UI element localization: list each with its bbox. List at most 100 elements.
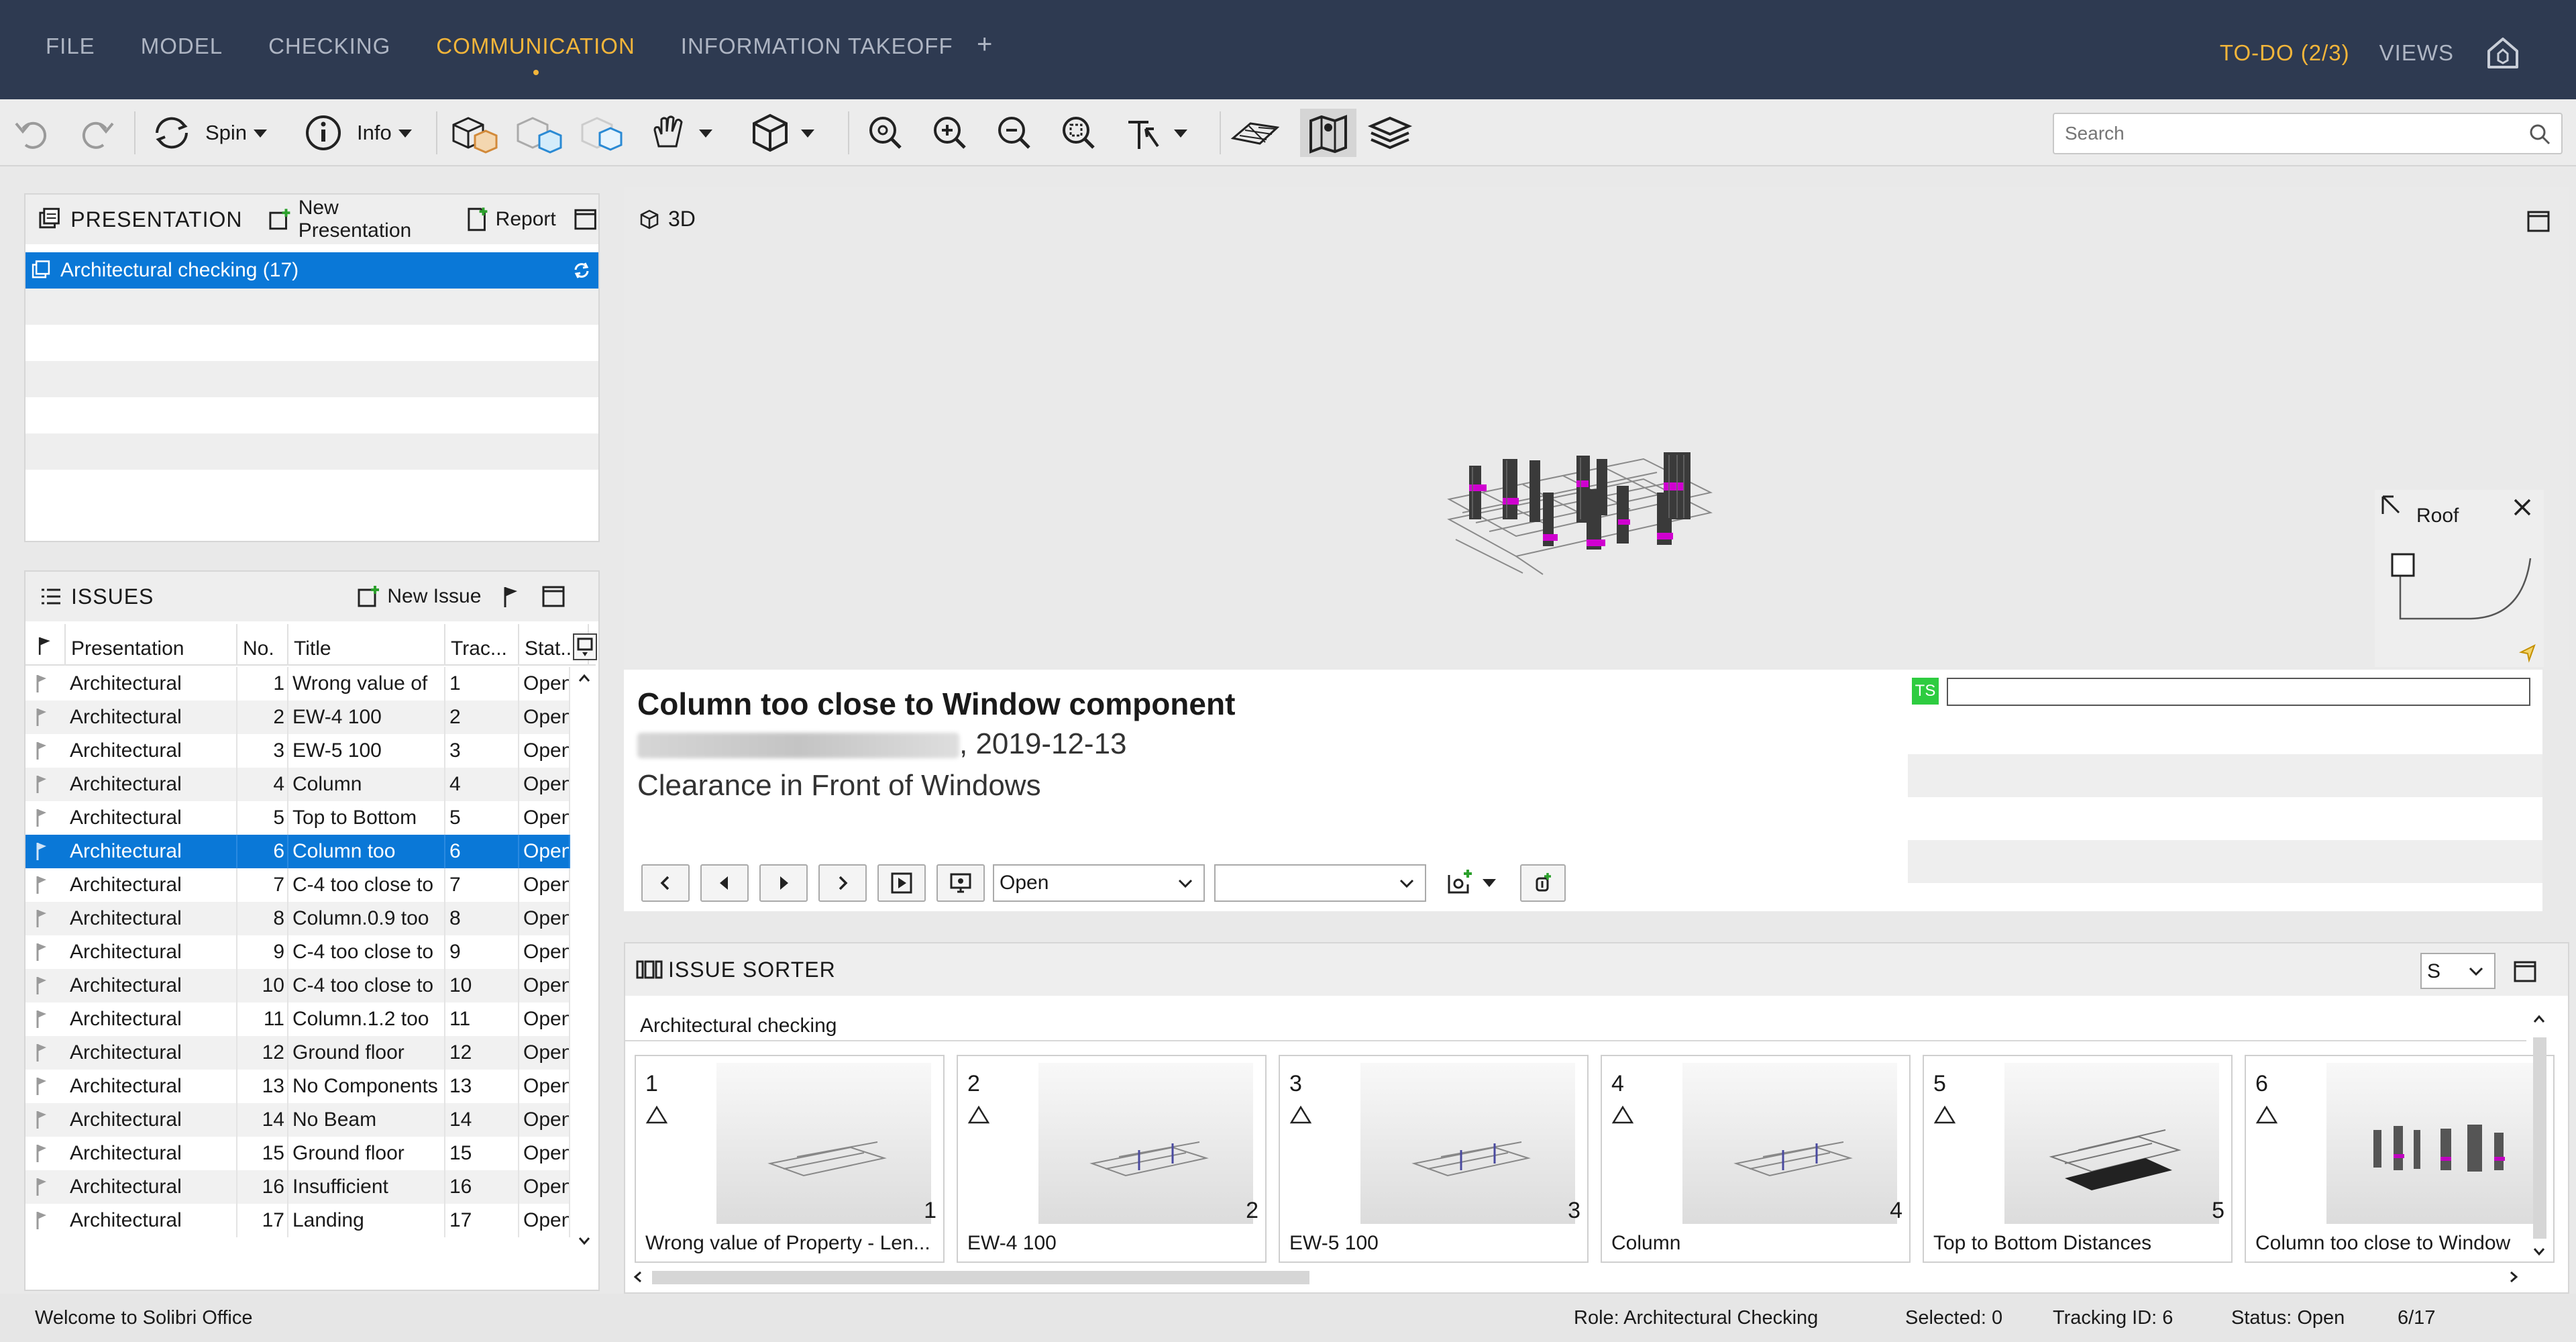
menu-information-takeoff[interactable]: INFORMATION TAKEOFF	[681, 34, 953, 59]
close-icon[interactable]	[2512, 497, 2533, 518]
todo-link[interactable]: TO-DO (2/3)	[2220, 40, 2350, 66]
new-presentation-button[interactable]: New Presentation	[299, 197, 455, 242]
maximize-icon[interactable]	[572, 206, 598, 233]
menu-checking[interactable]: CHECKING	[268, 34, 390, 59]
sorter-vertical-thumb[interactable]	[2533, 1037, 2546, 1239]
menu-communication[interactable]: COMMUNICATION	[436, 34, 635, 59]
table-row[interactable]: Architectural 9 C-4 too close to 9 Open	[25, 935, 570, 969]
flag-icon[interactable]	[35, 808, 48, 828]
column-header-title[interactable]: Title	[288, 624, 445, 666]
sorter-group-row[interactable]: Architectural checking	[625, 1008, 2526, 1041]
column-header-no[interactable]: No.	[237, 624, 288, 666]
flag-icon[interactable]	[35, 1177, 48, 1197]
sorter-vertical-scrollbar[interactable]	[2526, 1008, 2555, 1263]
section-plane-button[interactable]	[1228, 109, 1281, 157]
flag-column-header[interactable]	[25, 624, 66, 666]
scroll-down-icon[interactable]	[577, 1233, 592, 1248]
zoom-fit-button[interactable]	[861, 109, 910, 157]
search-box[interactable]	[2053, 113, 2563, 154]
layers-button[interactable]	[1366, 109, 1414, 157]
model-boxes-button[interactable]	[448, 109, 502, 157]
zoom-out-button[interactable]	[990, 109, 1038, 157]
table-row[interactable]: Architectural 12 Ground floor 12 Open	[25, 1036, 570, 1070]
table-row[interactable]: Architectural 4 Column 4 Open	[25, 768, 570, 801]
add-tab-button[interactable]: +	[977, 30, 992, 60]
flag-icon[interactable]	[35, 1043, 48, 1063]
zoom-window-button[interactable]	[1055, 109, 1103, 157]
maximize-icon[interactable]	[540, 583, 567, 610]
search-input[interactable]	[2054, 114, 2510, 153]
table-row[interactable]: Architectural 14 No Beam 14 Open	[25, 1103, 570, 1137]
issue-status-select[interactable]: Open	[993, 864, 1205, 902]
table-row[interactable]: Architectural 2 EW-4 100 2 Open	[25, 701, 570, 734]
flag-icon[interactable]	[35, 707, 48, 727]
scroll-up-icon[interactable]	[577, 671, 592, 686]
issue-description[interactable]: Clearance in Front of Windows	[637, 769, 1041, 803]
table-row[interactable]: Architectural 8 Column.0.9 too 8 Open	[25, 902, 570, 935]
scroll-up-icon[interactable]	[2532, 1012, 2546, 1027]
flag-icon[interactable]	[35, 774, 48, 794]
3d-view[interactable]: 3D Roof	[624, 187, 2569, 670]
previous-issue-button[interactable]	[700, 864, 749, 902]
sorter-horizontal-thumb[interactable]	[652, 1271, 1309, 1284]
flag-icon[interactable]	[35, 1076, 48, 1096]
report-icon[interactable]	[464, 206, 490, 233]
building-model[interactable]	[1442, 419, 1724, 580]
flag-icon[interactable]	[35, 741, 48, 761]
table-row[interactable]: Architectural 5 Top to Bottom 5 Open	[25, 801, 570, 835]
table-row[interactable]: Architectural 3 EW-5 100 3 Open	[25, 734, 570, 768]
home-icon[interactable]	[2483, 34, 2522, 72]
report-button[interactable]: Report	[496, 208, 556, 231]
issue-card[interactable]: 1 1 Wrong value of Property - Len...	[635, 1055, 945, 1263]
view-cube-button[interactable]	[746, 109, 821, 157]
map-button[interactable]	[1300, 109, 1356, 157]
table-row[interactable]: Architectural 10 C-4 too close to 10 Open	[25, 969, 570, 1002]
issues-scrollbar[interactable]	[570, 667, 598, 1252]
issue-card[interactable]: 5 5 Top to Bottom Distances	[1923, 1055, 2233, 1263]
maximize-icon[interactable]	[2525, 208, 2552, 235]
scroll-down-icon[interactable]	[2532, 1244, 2546, 1259]
menu-model[interactable]: MODEL	[141, 34, 223, 59]
play-slideshow-button[interactable]	[877, 864, 926, 902]
new-issue-icon[interactable]	[355, 583, 382, 610]
table-row[interactable]: Architectural 1 Wrong value of 1 Open	[25, 667, 570, 701]
flag-icon[interactable]	[35, 909, 48, 929]
maximize-icon[interactable]	[2512, 958, 2538, 985]
table-row[interactable]: Architectural 15 Ground floor 15 Open	[25, 1137, 570, 1170]
menu-file[interactable]: FILE	[46, 34, 95, 59]
views-link[interactable]: VIEWS	[2379, 40, 2454, 66]
new-presentation-icon[interactable]	[266, 206, 292, 233]
flag-icon[interactable]	[35, 976, 48, 996]
issue-title[interactable]: Column too close to Window component	[637, 686, 1235, 722]
table-row[interactable]: Architectural 7 C-4 too close to 7 Open	[25, 868, 570, 902]
new-issue-button[interactable]: New Issue	[387, 585, 481, 608]
table-row[interactable]: Architectural 17 Landing 17 Open	[25, 1204, 570, 1237]
table-row[interactable]: Architectural 16 Insufficient 16 Open	[25, 1170, 570, 1204]
sorter-horizontal-scrollbar[interactable]	[625, 1264, 2526, 1291]
search-icon[interactable]	[2528, 122, 2552, 146]
issue-card[interactable]: 3 3 EW-5 100	[1279, 1055, 1589, 1263]
issue-card[interactable]: 4 4 Column	[1601, 1055, 1911, 1263]
table-row[interactable]: Architectural 13 No Components 13 Open	[25, 1070, 570, 1103]
issue-assignee-select[interactable]	[1214, 864, 1426, 902]
selection-box-button[interactable]	[577, 109, 631, 157]
column-header-presentation[interactable]: Presentation	[66, 624, 237, 666]
zoom-in-button[interactable]	[926, 109, 974, 157]
spin-button[interactable]: Spin	[148, 109, 274, 157]
undo-button[interactable]	[9, 109, 58, 157]
flag-icon[interactable]	[35, 1110, 48, 1130]
redo-button[interactable]	[71, 109, 119, 157]
issue-card[interactable]: 6 Column too close to Window	[2245, 1055, 2555, 1263]
flag-icon[interactable]	[35, 1009, 48, 1029]
table-row[interactable]: Architectural 11 Column.1.2 too 11 Open	[25, 1002, 570, 1036]
pick-tool-button[interactable]	[1119, 109, 1194, 157]
sync-icon[interactable]	[572, 260, 592, 280]
flag-icon[interactable]	[35, 674, 48, 694]
transparent-boxes-button[interactable]	[513, 109, 566, 157]
floor-plan-widget[interactable]: Roof	[2375, 490, 2544, 667]
issue-card[interactable]: 2 2 EW-4 100	[957, 1055, 1267, 1263]
attach-button[interactable]	[1520, 864, 1566, 902]
flag-icon[interactable]	[35, 1143, 48, 1164]
flag-icon[interactable]	[35, 841, 48, 862]
column-header-tracking[interactable]: Trac...	[445, 624, 519, 666]
